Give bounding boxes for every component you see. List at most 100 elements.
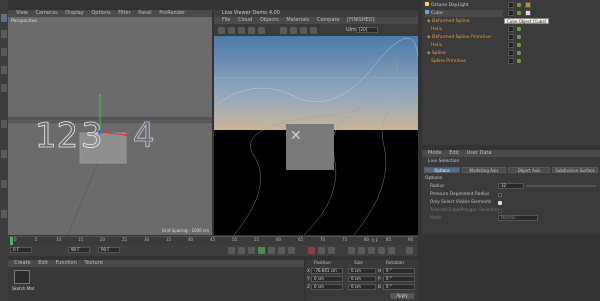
prev-frame-icon[interactable] xyxy=(248,247,255,254)
pressure-checkbox[interactable] xyxy=(498,193,502,197)
tolerant-checkbox[interactable] xyxy=(498,209,502,213)
attr-menu-edit[interactable]: Edit xyxy=(449,150,459,157)
end-frame-field-2[interactable]: 90 F xyxy=(98,247,120,253)
enabled-check-5[interactable] xyxy=(517,35,521,39)
timeline-menu-icon[interactable] xyxy=(406,247,413,254)
move-key-icon[interactable] xyxy=(348,247,355,254)
enabled-check-4[interactable] xyxy=(517,27,521,31)
tab-subdivision-surface[interactable]: Subdivision Surface xyxy=(552,167,598,173)
next-key-icon[interactable] xyxy=(278,247,285,254)
region-icon[interactable] xyxy=(290,27,297,34)
rotation-p-input[interactable]: 0 ° xyxy=(383,276,415,282)
attr-menu-mode[interactable]: Mode xyxy=(428,150,442,157)
start-frame-field[interactable]: 0 F xyxy=(10,247,32,253)
live-viewer-menu-cloud[interactable]: Cloud xyxy=(238,17,252,24)
tag-daylight[interactable] xyxy=(508,2,514,8)
lock-icon[interactable] xyxy=(280,27,287,34)
tool-icon-7[interactable] xyxy=(1,150,7,158)
radius-input[interactable]: 32 xyxy=(498,183,524,189)
object-item-daylight[interactable]: Octane DayLight xyxy=(425,2,503,9)
send-icon[interactable] xyxy=(218,27,225,34)
viewport-menu-view[interactable]: View xyxy=(16,10,28,17)
position-y-input[interactable]: 0 cm xyxy=(311,276,343,282)
enabled-check-6[interactable] xyxy=(517,43,521,47)
material-menu-texture[interactable]: Texture xyxy=(84,260,102,267)
material-tag-daylight[interactable] xyxy=(525,2,531,8)
pick-icon[interactable] xyxy=(300,27,307,34)
enabled-check-8[interactable] xyxy=(517,59,521,63)
scale-key-icon[interactable] xyxy=(368,247,375,254)
record-icon[interactable] xyxy=(308,247,315,254)
restart-icon[interactable] xyxy=(228,27,235,34)
enabled-check-7[interactable] xyxy=(517,51,521,55)
object-item-spline[interactable]: ◈ Spline xyxy=(425,50,503,57)
apply-button[interactable]: Apply xyxy=(390,293,414,299)
tool-icon-4[interactable] xyxy=(1,66,7,74)
enabled-check-2[interactable] xyxy=(517,11,521,15)
material-menu-function[interactable]: Function xyxy=(56,260,77,267)
rotation-h-input[interactable]: 0 ° xyxy=(383,268,415,274)
only-visible-checkbox[interactable] xyxy=(498,201,502,205)
live-viewer-menu-compare[interactable]: Compare xyxy=(317,17,340,24)
viewport-menu-cameras[interactable]: Cameras xyxy=(35,10,57,17)
play-icon[interactable] xyxy=(258,247,265,254)
object-item-helix-2[interactable]: Helix xyxy=(425,42,503,49)
stop-icon[interactable] xyxy=(248,27,255,34)
radius-slider[interactable] xyxy=(526,185,596,187)
tool-icon-3[interactable] xyxy=(1,48,7,56)
size-y-input[interactable]: 0 cm xyxy=(348,276,376,282)
attr-menu-user-data[interactable]: User Data xyxy=(467,150,492,157)
param-key-icon[interactable] xyxy=(378,247,385,254)
tool-icon-6[interactable] xyxy=(1,120,7,128)
ulm-select[interactable]: [20] xyxy=(356,27,378,33)
focus-icon[interactable] xyxy=(310,27,317,34)
autokey-icon[interactable] xyxy=(318,247,325,254)
enabled-check-1[interactable] xyxy=(517,3,521,7)
viewport-menu-panel[interactable]: Panel xyxy=(138,10,152,17)
tool-icon-2[interactable] xyxy=(1,30,7,38)
tag-cube[interactable] xyxy=(508,10,514,16)
go-end-icon[interactable] xyxy=(288,247,295,254)
tag-deformed-spline-primitive[interactable] xyxy=(508,34,514,40)
live-viewer-menu-file[interactable]: File xyxy=(222,17,230,24)
tool-icon-1[interactable] xyxy=(1,14,7,22)
tool-icon-8[interactable] xyxy=(1,180,7,188)
live-viewer-menu-materials[interactable]: Materials xyxy=(286,17,309,24)
material-tag-cube[interactable] xyxy=(525,10,531,16)
pla-key-icon[interactable] xyxy=(388,247,395,254)
go-start-icon[interactable] xyxy=(228,247,235,254)
viewport-menu-options[interactable]: Options xyxy=(91,10,110,17)
object-item-helix[interactable]: Helix xyxy=(425,26,503,33)
end-frame-field[interactable]: 90 F xyxy=(68,247,90,253)
object-item-deformed-spline[interactable]: ◈ Deformed Spline xyxy=(425,18,503,25)
material-swatch[interactable] xyxy=(14,270,30,284)
viewport-menu-filter[interactable]: Filter xyxy=(118,10,130,17)
tag-spline-primitive[interactable] xyxy=(508,58,514,64)
timeline-ruler[interactable]: 0 5 10 15 20 25 30 35 40 45 50 55 60 65 … xyxy=(8,236,418,246)
size-x-input[interactable]: 0 cm xyxy=(348,268,376,274)
prev-key-icon[interactable] xyxy=(238,247,245,254)
tool-icon-5[interactable] xyxy=(1,84,7,92)
rotation-b-input[interactable]: 0 ° xyxy=(383,284,415,290)
position-z-input[interactable]: 0 cm xyxy=(311,284,343,290)
left-viewport[interactable]: Perspective 12 3 4 Grid Spacing : 1000 c… xyxy=(8,17,212,235)
settings-icon[interactable] xyxy=(258,27,265,34)
viewport-menu-prorender[interactable]: ProRender xyxy=(159,10,185,17)
material-menu-edit[interactable]: Edit xyxy=(38,260,48,267)
live-viewer-menu-objects[interactable]: Objects xyxy=(260,17,279,24)
tab-object-axis[interactable]: Object Axis xyxy=(508,167,550,173)
tag-spline[interactable] xyxy=(508,50,514,56)
tag-helix[interactable] xyxy=(508,26,514,32)
object-item-deformed-spline-primitive[interactable]: ◈ Deformed Spline Primitive xyxy=(425,34,503,41)
keyframe-icon[interactable] xyxy=(328,247,335,254)
tool-icon-9[interactable] xyxy=(1,210,7,218)
next-frame-icon[interactable] xyxy=(268,247,275,254)
viewport-menu-display[interactable]: Display xyxy=(65,10,83,17)
object-item-spline-primitive[interactable]: Spline Primitive xyxy=(425,58,503,65)
object-item-cube[interactable]: Cube xyxy=(425,10,503,17)
mode-select[interactable]: Normal xyxy=(498,215,538,221)
rotate-key-icon[interactable] xyxy=(358,247,365,254)
pause-icon[interactable] xyxy=(238,27,245,34)
tab-options[interactable]: Options xyxy=(424,167,460,173)
tab-modelling-axis[interactable]: Modelling Axis xyxy=(462,167,506,173)
